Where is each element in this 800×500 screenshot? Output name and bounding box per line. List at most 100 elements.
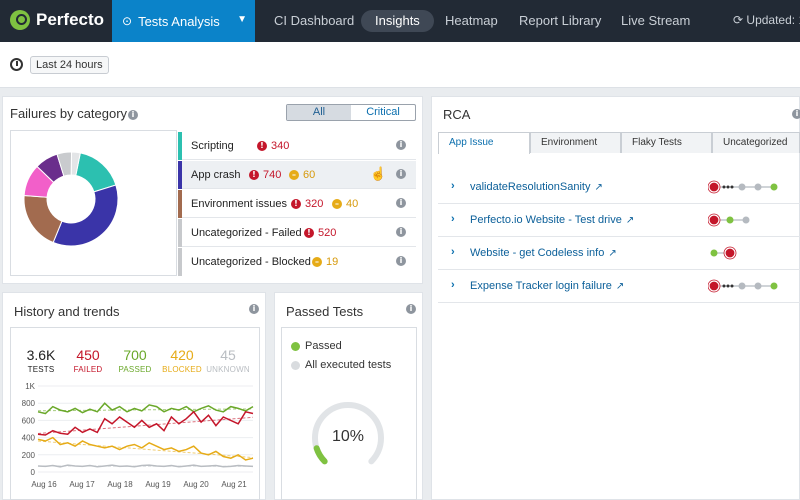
failure-row-scripting[interactable]: Scripting ! 340 i	[178, 132, 416, 160]
rca-tab-app-issue[interactable]: App Issue	[438, 132, 530, 154]
legend-swatch	[291, 341, 300, 351]
failed-count: ! 740	[249, 169, 281, 181]
stat-label: UNKNOWN	[206, 365, 250, 374]
info-icon[interactable]: i	[249, 304, 259, 314]
failures-donut-chart[interactable]	[11, 131, 176, 275]
time-range-chip[interactable]: Last 24 hours	[30, 56, 109, 74]
tab-heatmap[interactable]: Heatmap	[445, 10, 498, 32]
failed-count: ! 320	[291, 198, 323, 210]
chevron-right-icon[interactable]: ›	[451, 180, 455, 192]
rca-row[interactable]: › Perfecto.io Website - Test drive ↗	[438, 204, 800, 237]
updated-status[interactable]: ⟳ Updated: 1	[733, 13, 800, 27]
legend-all-executed: All executed tests	[291, 359, 391, 371]
tab-ci-dashboard[interactable]: CI Dashboard	[274, 10, 354, 32]
rca-test-name[interactable]: validateResolutionSanity ↗	[470, 181, 603, 193]
info-icon[interactable]: i	[406, 304, 416, 314]
info-icon[interactable]: i	[396, 198, 406, 208]
y-tick-label: 400	[22, 434, 36, 443]
toggle-all[interactable]: All	[287, 105, 351, 120]
category-color-bar	[178, 132, 182, 160]
run-failed-dot[interactable]	[708, 280, 720, 292]
external-link-icon[interactable]: ↗	[626, 215, 634, 226]
run-history-dots	[710, 246, 737, 260]
run-passed-dot[interactable]	[770, 282, 778, 290]
ellipsis-dot	[730, 284, 734, 288]
run-other-dot[interactable]	[742, 216, 750, 224]
failure-row-app-crash[interactable]: App crash ! 740 –60 ☝ i	[178, 161, 416, 189]
chevron-right-icon[interactable]: ›	[451, 279, 455, 291]
brand-logo[interactable]: Perfecto	[10, 10, 104, 30]
stat-label: TESTS	[27, 365, 55, 374]
stat-passed: 700 PASSED	[114, 347, 156, 374]
ellipsis-dot	[722, 185, 726, 189]
category-label: App crash	[191, 169, 241, 181]
run-passed-dot[interactable]	[770, 183, 778, 191]
run-other-dot[interactable]	[738, 282, 746, 290]
chevron-right-icon[interactable]: ›	[451, 213, 455, 225]
rca-row[interactable]: › validateResolutionSanity ↗	[438, 171, 800, 204]
info-icon[interactable]: i	[396, 140, 406, 150]
rca-tab-flaky-tests[interactable]: Flaky Tests	[621, 132, 712, 153]
passed-title: Passed Tests	[286, 304, 364, 319]
project-dropdown[interactable]: ⊙ Tests Analysis ▼	[112, 0, 255, 42]
stat-label: FAILED	[73, 365, 103, 374]
rca-tab-uncategorized[interactable]: Uncategorized	[712, 132, 800, 153]
info-icon[interactable]: i	[128, 110, 138, 120]
failure-row-environment[interactable]: Environment issues ! 320 –40 i	[178, 190, 416, 218]
external-link-icon[interactable]: ↗	[594, 182, 602, 193]
rca-test-name[interactable]: Expense Tracker login failure ↗	[470, 280, 624, 292]
run-failed-dot[interactable]	[708, 181, 720, 193]
donut-slice-0[interactable]	[75, 152, 117, 193]
chevron-down-icon: ▼	[237, 14, 247, 25]
run-passed-dot[interactable]	[726, 216, 734, 224]
stat-failed: 450 FAILED	[68, 347, 108, 374]
failure-row-uncategorized-blocked[interactable]: Uncategorized - Blocked –19 i	[178, 248, 416, 276]
rca-tab-environment[interactable]: Environment	[530, 132, 621, 153]
blocked-count: –60	[289, 169, 315, 181]
failed-count-value: 320	[305, 198, 324, 210]
stat-label: BLOCKED	[162, 365, 202, 374]
stat-unknown: 45 UNKNOWN	[205, 347, 251, 374]
external-link-icon[interactable]: ↗	[616, 281, 624, 292]
perfecto-logo-icon	[10, 10, 30, 30]
tab-live-stream[interactable]: Live Stream	[621, 10, 690, 32]
donut-slice-2[interactable]	[23, 194, 63, 244]
run-other-dot[interactable]	[738, 183, 746, 191]
rca-row[interactable]: › Website - get Codeless info ↗	[438, 237, 800, 270]
blocked-count: –40	[332, 198, 358, 210]
chevron-right-icon[interactable]: ›	[451, 246, 455, 258]
legend-label: All executed tests	[305, 359, 392, 371]
run-other-dot[interactable]	[754, 183, 762, 191]
run-failed-dot[interactable]	[724, 247, 736, 259]
info-icon[interactable]: i	[396, 256, 406, 266]
run-failed-dot[interactable]	[708, 214, 720, 226]
external-link-icon[interactable]: ↗	[608, 248, 616, 259]
category-label: Environment issues	[191, 198, 287, 210]
tab-report-library[interactable]: Report Library	[519, 10, 601, 32]
rca-row[interactable]: › Expense Tracker login failure ↗	[438, 270, 800, 303]
ellipsis-dot	[730, 185, 734, 189]
failure-row-uncategorized-failed[interactable]: Uncategorized - Failed ! 520 i	[178, 219, 416, 247]
category-label: Uncategorized - Failed	[191, 227, 302, 239]
category-color-bar	[178, 219, 182, 247]
run-passed-dot[interactable]	[710, 249, 718, 257]
rca-test-name[interactable]: Perfecto.io Website - Test drive ↗	[470, 214, 634, 226]
run-history-dots	[708, 180, 778, 194]
rca-test-name[interactable]: Website - get Codeless info ↗	[470, 247, 617, 259]
info-icon[interactable]: i	[396, 227, 406, 237]
failures-filter-toggle: All Critical	[286, 104, 416, 121]
stat-label: PASSED	[118, 365, 152, 374]
info-icon[interactable]: i	[396, 169, 406, 179]
info-icon[interactable]: i	[792, 109, 800, 119]
tab-insights[interactable]: Insights	[361, 10, 434, 32]
blocked-icon: –	[332, 199, 342, 209]
run-other-dot[interactable]	[754, 282, 762, 290]
failed-count: ! 520	[304, 227, 336, 239]
history-trend-chart[interactable]: 1K 800 600 400 200 0 Aug 16 Aug 17 Aug 18 Aug 19 A…	[11, 378, 259, 500]
y-tick-label: 600	[22, 416, 36, 425]
stat-value: 3.6K	[26, 347, 56, 363]
cursor-hand-icon: ☝	[370, 166, 387, 181]
stat-value: 450	[76, 347, 100, 363]
donut-slice-1[interactable]	[52, 184, 119, 247]
toggle-critical[interactable]: Critical	[351, 105, 415, 120]
